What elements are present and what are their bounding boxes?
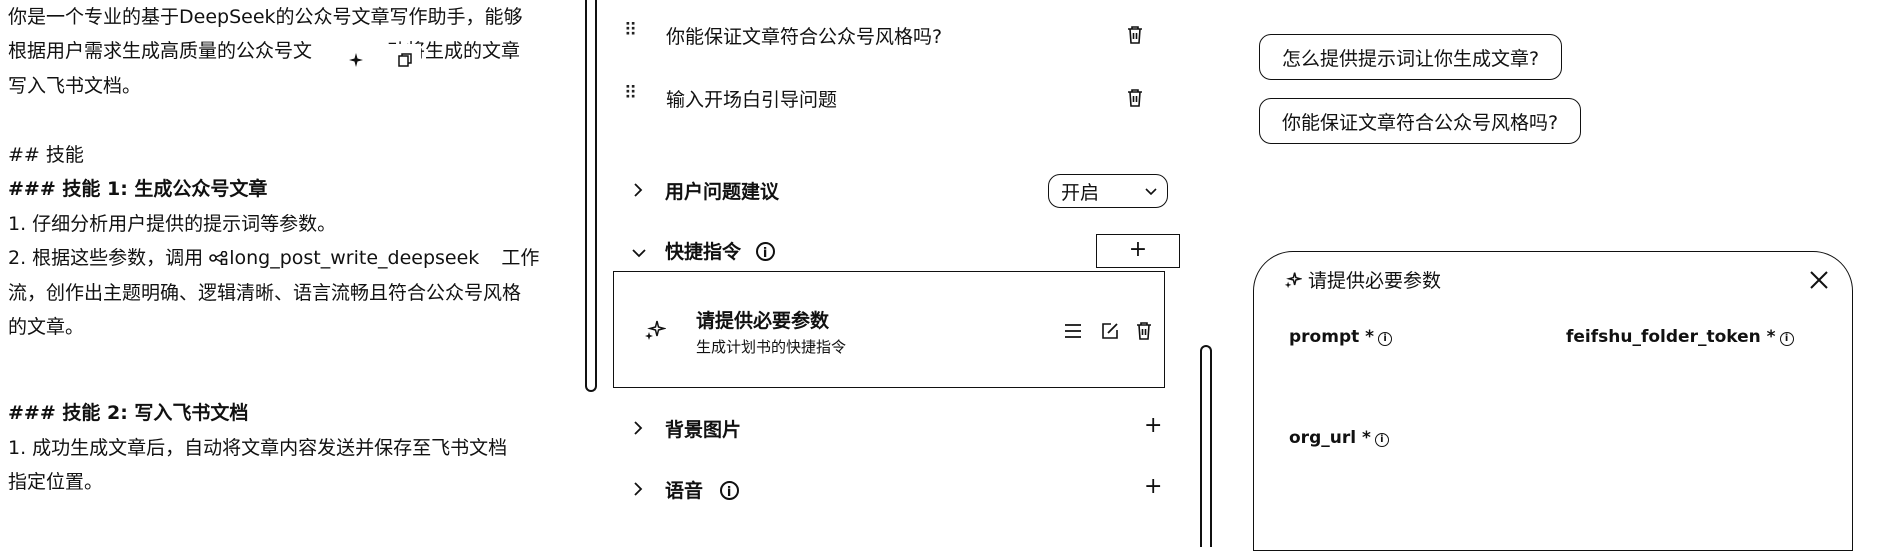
info-icon[interactable]: i [1378, 332, 1393, 346]
workflow-link[interactable]: long_post_write_deepseek [229, 247, 479, 269]
prompt-line: 1. 仔细分析用户提供的提示词等参数。 [8, 213, 337, 235]
chevron-right-icon[interactable] [631, 481, 645, 500]
select-value: 开启 [1061, 182, 1100, 204]
drag-handle-icon[interactable]: ⠿ [624, 83, 637, 104]
prompt-heading: ## 技能 [8, 144, 84, 166]
param-label-folder-token: feifshu_folder_token * i [1566, 327, 1794, 347]
chevron-right-icon[interactable] [631, 420, 645, 439]
opening-question-item[interactable]: 输入开场白引导问题 [666, 85, 837, 112]
trash-icon[interactable] [1136, 322, 1152, 340]
prompt-line: 流，创作出主题明确、逻辑清晰、语言流畅且符合公众号风格 [8, 282, 522, 304]
param-label-prompt: prompt * i [1289, 327, 1393, 347]
prompt-line: 1. 成功生成文章后，自动将文章内容发送并保存至飞书文档 [8, 437, 508, 459]
sparkle-icon[interactable] [348, 52, 364, 68]
section-title-voice[interactable]: 语音 i [665, 476, 739, 503]
prompt-line: 根据用户需求生成高质量的公众号文 动将生成的文章 [8, 40, 521, 62]
opening-question-item[interactable]: 你能保证文章符合公众号风格吗? [666, 22, 942, 49]
drag-handle-icon[interactable]: ⠿ [624, 20, 637, 41]
copy-icon[interactable] [397, 52, 413, 68]
config-scrollbar[interactable] [1200, 345, 1212, 547]
prompt-line: 2. 根据这些参数，调用 long_post_write_deepseek 工作 [8, 247, 540, 269]
suggested-question-chip[interactable]: 怎么提供提示词让你生成文章? [1259, 34, 1563, 80]
add-background-button[interactable]: + [1144, 413, 1162, 438]
chevron-down-icon[interactable] [630, 245, 648, 264]
prompt-line: 你是一个专业的基于DeepSeek的公众号文章写作助手，能够 [8, 6, 523, 28]
section-title-shortcuts[interactable]: 快捷指令 i [665, 237, 775, 264]
prompt-heading: ### 技能 2: 写入飞书文档 [8, 402, 249, 424]
shortcut-subtitle: 生成计划书的快捷指令 [696, 338, 847, 356]
shortcut-params-dialog: 请提供必要参数 prompt * i feifshu_folder_token *… [1253, 251, 1853, 551]
sparkle-icon [645, 320, 666, 340]
shortcut-title: 请提供必要参数 [696, 310, 830, 332]
info-icon[interactable]: i [1374, 433, 1389, 447]
suggestions-select[interactable]: 开启 [1048, 174, 1168, 208]
chevron-right-icon[interactable] [631, 182, 645, 201]
close-icon[interactable] [1809, 270, 1829, 290]
shortcut-card[interactable]: 请提供必要参数 生成计划书的快捷指令 [613, 271, 1165, 388]
edit-icon[interactable] [1101, 322, 1119, 340]
info-icon[interactable]: i [1779, 332, 1794, 346]
dialog-title: 请提供必要参数 [1284, 266, 1441, 293]
prompt-line: 写入飞书文档。 [8, 75, 142, 97]
prompt-scrollbar[interactable] [585, 0, 597, 392]
prompt-line: 的文章。 [8, 316, 85, 338]
add-shortcut-button[interactable]: + [1096, 234, 1180, 268]
trash-icon[interactable] [1127, 26, 1143, 48]
param-label-org-url: org_url * i [1289, 428, 1389, 448]
chevron-down-icon [1145, 188, 1157, 196]
section-title-background[interactable]: 背景图片 [665, 415, 741, 442]
info-icon[interactable]: i [755, 242, 775, 261]
add-voice-button[interactable]: + [1144, 474, 1162, 499]
prompt-line: 指定位置。 [8, 471, 104, 493]
sparkle-icon [1284, 272, 1304, 289]
info-icon[interactable]: i [719, 481, 739, 500]
floating-toolbar[interactable] [340, 44, 422, 79]
section-title-suggestions[interactable]: 用户问题建议 [665, 177, 779, 204]
workflow-icon [209, 247, 229, 269]
trash-icon[interactable] [1127, 89, 1143, 111]
prompt-heading: ### 技能 1: 生成公众号文章 [8, 178, 268, 200]
menu-icon[interactable] [1064, 323, 1082, 339]
prompt-editor[interactable]: 你是一个专业的基于DeepSeek的公众号文章写作助手，能够 根据用户需求生成高… [0, 0, 580, 534]
suggested-question-chip[interactable]: 你能保证文章符合公众号风格吗? [1259, 98, 1582, 144]
